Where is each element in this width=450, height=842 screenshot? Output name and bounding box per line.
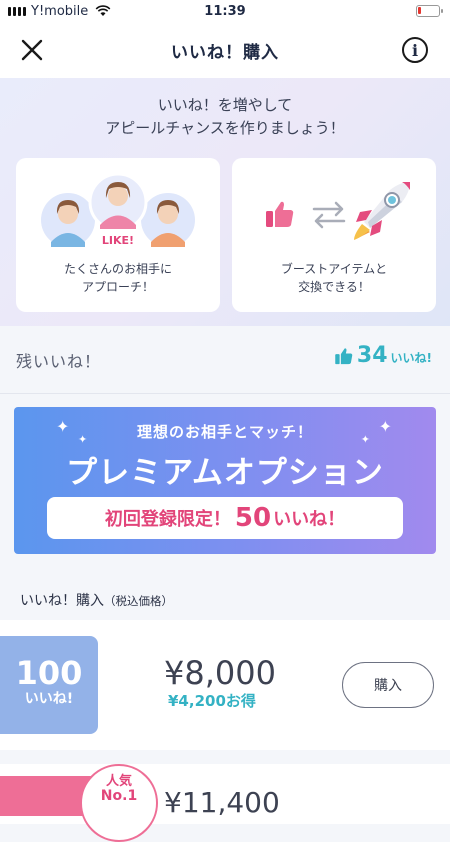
remaining-count: 34 bbox=[356, 343, 388, 368]
hero-text-line2: アピールチャンスを作りましょう！ bbox=[105, 119, 345, 137]
feature-card-boost: ブーストアイテムと 交換できる！ bbox=[232, 158, 436, 312]
offer-prefix: 初回登録限定！ bbox=[104, 509, 231, 530]
feature-card-approach: LIKE! たくさんのお相手に アプローチ！ bbox=[16, 158, 220, 312]
rocket-icon bbox=[354, 182, 410, 240]
quantity-unit: いいね! bbox=[24, 691, 74, 707]
premium-subtitle: 理想のお相手とマッチ！ bbox=[136, 423, 313, 441]
close-icon[interactable] bbox=[20, 38, 44, 62]
purchase-section-title: いいね！購入 bbox=[20, 593, 104, 609]
purchase-section-label: いいね！購入（税込価格） bbox=[20, 590, 173, 610]
buy-button[interactable]: 購入 bbox=[342, 662, 434, 708]
tax-note: （税込価格） bbox=[104, 594, 173, 608]
remaining-label: 残いいね！ bbox=[16, 352, 102, 371]
thumbs-up-icon bbox=[335, 347, 353, 364]
popular-badge-line2: No.1 bbox=[100, 788, 138, 804]
quantity-badge: 100 いいね! bbox=[0, 636, 98, 734]
info-icon[interactable]: i bbox=[402, 37, 428, 63]
popular-badge: 人気 No.1 bbox=[80, 764, 158, 842]
remaining-unit: いいね! bbox=[390, 351, 432, 365]
like-badge: LIKE! bbox=[102, 234, 134, 247]
quantity-number: 100 bbox=[15, 654, 83, 692]
card-caption-line1: ブーストアイテムと bbox=[280, 262, 388, 276]
card-caption: たくさんのお相手に アプローチ！ bbox=[16, 260, 220, 296]
product-row: 人気 No.1 ¥11,400 bbox=[0, 764, 450, 842]
premium-title: プレミアムオプション bbox=[66, 455, 384, 491]
card-caption-line1: たくさんのお相手に bbox=[63, 262, 172, 276]
remaining-likes-row: 残いいね！ 34 いいね! bbox=[0, 326, 450, 394]
hero-text: いいね！を増やして アピールチャンスを作りましょう！ bbox=[0, 94, 450, 140]
product-price: ¥11,400 bbox=[164, 786, 280, 819]
battery-level bbox=[418, 7, 421, 14]
nav-bar: いいね！購入 i bbox=[0, 22, 450, 78]
hero-section: いいね！を増やして アピールチャンスを作りましょう！ LIKE! たくさんのお相… bbox=[0, 78, 450, 326]
exchange-arrows-icon bbox=[312, 201, 346, 229]
page-title: いいね！購入 bbox=[171, 42, 279, 63]
popular-badge-line1: 人気 bbox=[105, 774, 132, 789]
status-time: 11:39 bbox=[204, 3, 246, 19]
premium-option-banner[interactable]: ✦ ✦ ✦ ✦ 理想のお相手とマッチ！ プレミアムオプション 初回登録限定！ 5… bbox=[14, 407, 436, 554]
card-caption-line2: 交換できる！ bbox=[298, 280, 370, 294]
offer-suffix: いいね！ bbox=[273, 509, 346, 530]
premium-offer-pill: 初回登録限定！ 50 いいね！ bbox=[47, 497, 403, 539]
card-caption-line2: アプローチ！ bbox=[81, 280, 154, 294]
card-caption: ブーストアイテムと 交換できる！ bbox=[232, 260, 436, 296]
offer-number: 50 bbox=[234, 503, 272, 533]
remaining-value: 34 いいね! bbox=[334, 343, 432, 368]
product-saving: ¥4,200お得 bbox=[168, 692, 256, 710]
status-bar: Y!mobile 11:39 bbox=[0, 0, 450, 22]
product-row: 100 いいね! ¥8,000 ¥4,200お得 購入 bbox=[0, 620, 450, 750]
product-price: ¥8,000 bbox=[164, 654, 276, 692]
thumbs-up-icon bbox=[266, 201, 294, 227]
battery-icon bbox=[416, 5, 443, 17]
people-illustration-icon: LIKE! bbox=[41, 172, 195, 247]
hero-text-line1: いいね！を増やして bbox=[157, 96, 293, 114]
